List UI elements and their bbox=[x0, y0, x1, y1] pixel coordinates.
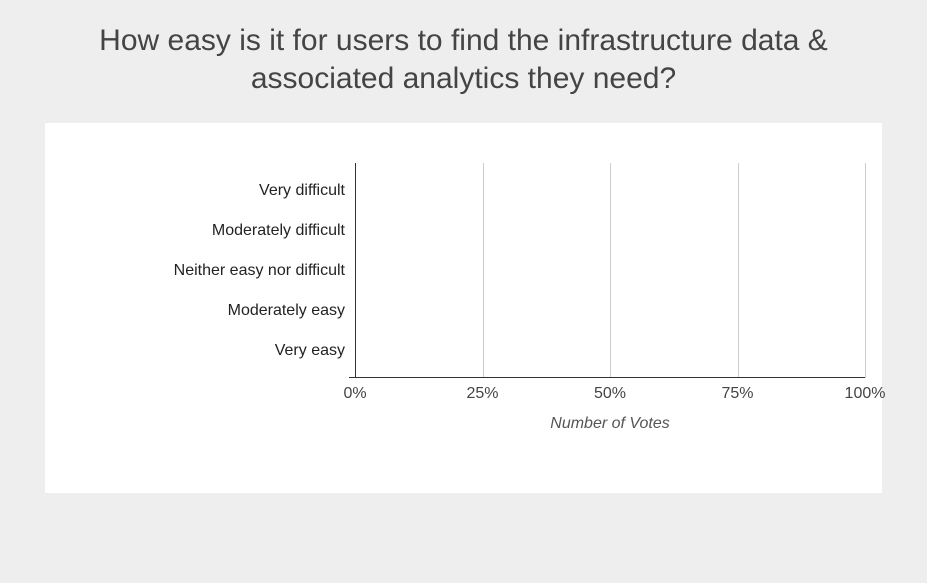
x-tick-label: 0% bbox=[343, 385, 366, 403]
x-tick-label: 25% bbox=[466, 385, 498, 403]
bars bbox=[355, 163, 865, 378]
x-tick-label: 75% bbox=[721, 385, 753, 403]
x-axis-ticks: 0% 25% 50% 75% 100% bbox=[355, 385, 865, 409]
y-tick-label: Moderately easy bbox=[45, 298, 345, 324]
plot-area bbox=[355, 163, 865, 378]
y-tick-label: Very difficult bbox=[45, 178, 345, 204]
x-tick-label: 100% bbox=[845, 385, 886, 403]
gridline bbox=[865, 163, 866, 378]
y-tick-label: Neither easy nor difficult bbox=[45, 258, 345, 284]
y-axis-labels: Very difficult Moderately difficult Neit… bbox=[45, 163, 345, 378]
x-tick-label: 50% bbox=[594, 385, 626, 403]
chart-card: Very difficult Moderately difficult Neit… bbox=[45, 123, 882, 493]
y-tick-label: Moderately difficult bbox=[45, 218, 345, 244]
x-axis-line bbox=[349, 377, 865, 378]
y-tick-label: Very easy bbox=[45, 338, 345, 364]
chart-title: How easy is it for users to find the inf… bbox=[0, 0, 927, 115]
x-axis-label: Number of Votes bbox=[355, 415, 865, 433]
